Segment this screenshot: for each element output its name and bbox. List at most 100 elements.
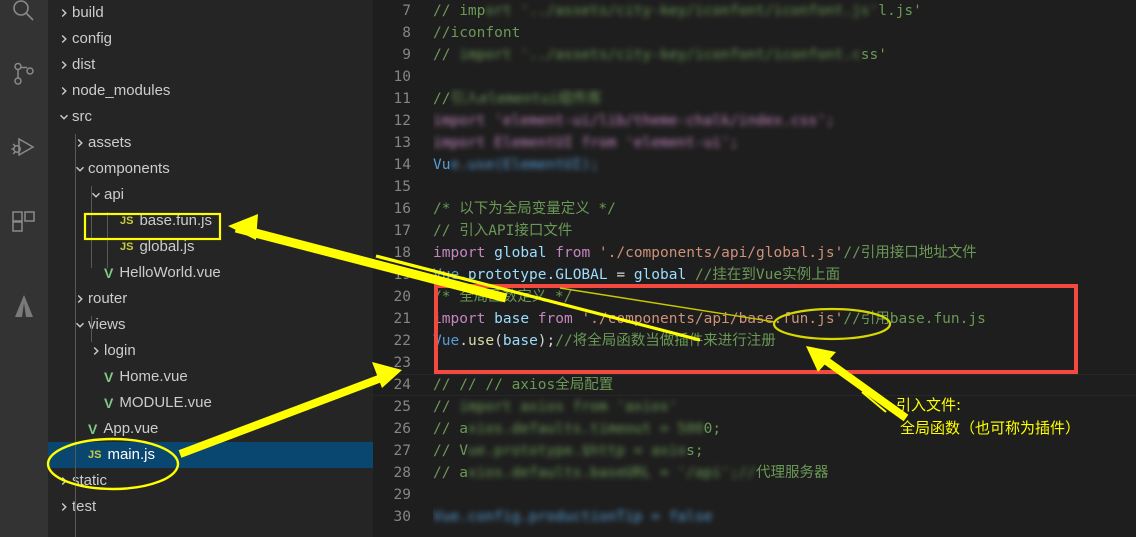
code-line[interactable]: 19 Vue.prototype.GLOBAL = global //挂在到Vue… — [373, 264, 1136, 286]
line-number: 16 — [393, 201, 411, 217]
js-file-icon: JS — [120, 241, 134, 253]
activity-bar — [0, 0, 48, 537]
code-line[interactable]: 29 — [373, 484, 1136, 506]
code-line[interactable]: 27 // Vue.prototype.$http = axios; — [373, 440, 1136, 462]
code-text: import ElementUI from 'element-ui'; — [433, 135, 739, 151]
tree-item-config[interactable]: config — [48, 26, 373, 52]
tree-item-assets[interactable]: assets — [48, 130, 373, 156]
tree-item-router[interactable]: router — [48, 286, 373, 312]
tree-item-app-vue[interactable]: V App.vue — [48, 416, 373, 442]
tree-item-module-vue[interactable]: V MODULE.vue — [48, 390, 373, 416]
line-number: 21 — [393, 311, 411, 327]
run-debug-icon[interactable] — [0, 124, 48, 172]
vue-file-icon: V — [88, 421, 98, 437]
tree-item-build[interactable]: build — [48, 0, 373, 26]
code-line[interactable]: 15 — [373, 176, 1136, 198]
annotation-note-line2: 全局函数（也可称为插件） — [900, 419, 1081, 437]
line-number: 7 — [402, 3, 411, 19]
code-line[interactable]: 13 import ElementUI from 'element-ui'; — [373, 132, 1136, 154]
chevron-right-icon[interactable] — [56, 78, 72, 104]
code-line[interactable]: 28 // axios.defaults.baseURL = '/api';//代… — [373, 462, 1136, 484]
chevron-right-icon[interactable] — [56, 0, 72, 26]
code-text: Vue.use(ElementUI); — [433, 157, 599, 173]
tree-item-label: global.js — [139, 238, 195, 255]
code-line[interactable]: 11 //引入elementui组件库 — [373, 88, 1136, 110]
code-line[interactable]: 22 Vue.use(base);//将全局函数当做插件来进行注册 — [373, 330, 1136, 352]
line-number: 24 — [393, 377, 411, 393]
tree-item-label: node_modules — [72, 82, 171, 99]
code-line[interactable]: 16 /* 以下为全局变量定义 */ — [373, 198, 1136, 220]
code-line[interactable]: 21 import base from './components/api/bas… — [373, 308, 1136, 330]
extensions-icon[interactable] — [0, 198, 48, 246]
code-text: Vue.use(base);//将全局函数当做插件来进行注册 — [433, 333, 776, 349]
line-number: 11 — [393, 91, 411, 107]
tree-item-label: login — [104, 342, 136, 359]
tree-item-login[interactable]: login — [48, 338, 373, 364]
code-content[interactable]: 7 // import '../assets/city-key/iconfont/… — [373, 0, 1136, 528]
code-line[interactable]: 14 Vue.use(ElementUI); — [373, 154, 1136, 176]
tree-item-components[interactable]: components — [48, 156, 373, 182]
indent-guide — [91, 186, 92, 268]
code-text: //引入elementui组件库 — [433, 91, 602, 107]
chevron-right-icon[interactable] — [56, 494, 72, 520]
file-tree: build config dist node_modulessrc assets comp… — [48, 0, 373, 520]
line-number: 26 — [393, 421, 411, 437]
code-text: // import '../assets/city-key/iconfont/i… — [433, 3, 922, 19]
line-number: 19 — [393, 267, 411, 283]
tree-item-dist[interactable]: dist — [48, 52, 373, 78]
code-line[interactable]: 25 // import axios from 'axios' — [373, 396, 1136, 418]
chevron-right-icon[interactable] — [56, 468, 72, 494]
tree-item-test[interactable]: test — [48, 494, 373, 520]
tree-item-label: build — [72, 4, 104, 21]
code-line[interactable]: 23 — [373, 352, 1136, 374]
app-logo-icon[interactable] — [0, 282, 48, 330]
code-line[interactable]: 9 // import '../assets/city-key/iconfont/… — [373, 44, 1136, 66]
tree-item-label: main.js — [107, 446, 155, 463]
code-editor[interactable]: 7 // import '../assets/city-key/iconfont/… — [373, 0, 1136, 537]
tree-item-src[interactable]: src — [48, 104, 373, 130]
code-line[interactable]: 24 // // // axios全局配置 — [373, 374, 1136, 396]
tree-item-home-vue[interactable]: V Home.vue — [48, 364, 373, 390]
line-number: 10 — [393, 69, 411, 85]
tree-item-node-modules[interactable]: node_modules — [48, 78, 373, 104]
tree-item-helloworld-vue[interactable]: V HelloWorld.vue — [48, 260, 373, 286]
chevron-down-icon[interactable] — [56, 104, 72, 130]
tree-item-views[interactable]: views — [48, 312, 373, 338]
tree-item-global-js[interactable]: JS global.js — [48, 234, 373, 260]
code-text: // import axios from 'axios' — [433, 399, 678, 415]
code-text: // axios.defaults.baseURL = '/api';//代理服… — [433, 465, 829, 481]
line-number: 22 — [393, 333, 411, 349]
code-text: import global from './components/api/glo… — [433, 245, 977, 261]
tree-item-label: config — [72, 30, 113, 47]
code-line[interactable]: 17 // 引入API接口文件 — [373, 220, 1136, 242]
code-text: // Vue.prototype.$http = axios; — [433, 443, 704, 459]
line-number: 15 — [393, 179, 411, 195]
code-line[interactable]: 18 import global from './components/api/g… — [373, 242, 1136, 264]
source-control-icon[interactable] — [0, 50, 48, 98]
tree-item-base-fun-js[interactable]: JS base.fun.js — [48, 208, 373, 234]
indent-guide — [107, 212, 108, 268]
code-line[interactable]: 8 //iconfont — [373, 22, 1136, 44]
tree-item-main-js[interactable]: JS main.js — [48, 442, 373, 468]
line-number: 23 — [393, 355, 411, 371]
tree-item-api[interactable]: api — [48, 182, 373, 208]
line-number: 13 — [393, 135, 411, 151]
line-number: 14 — [393, 157, 411, 173]
code-line[interactable]: 12 import 'element-ui/lib/theme-chalk/ind… — [373, 110, 1136, 132]
vue-file-icon: V — [104, 395, 114, 411]
tree-item-label: HelloWorld.vue — [119, 264, 221, 281]
search-icon[interactable] — [0, 0, 48, 21]
chevron-right-icon[interactable] — [56, 52, 72, 78]
code-text: //iconfont — [433, 25, 521, 41]
code-line[interactable]: 10 — [373, 66, 1136, 88]
code-line[interactable]: 7 // import '../assets/city-key/iconfont/… — [373, 0, 1136, 22]
tree-item-static[interactable]: static — [48, 468, 373, 494]
code-line[interactable]: 20 /* 全局函数定义 */ — [373, 286, 1136, 308]
code-text: // import '../assets/city-key/iconfont/i… — [433, 47, 887, 63]
code-line[interactable]: 30 Vue.config.productionTip = false — [373, 506, 1136, 528]
chevron-right-icon[interactable] — [56, 26, 72, 52]
line-number: 12 — [393, 113, 411, 129]
